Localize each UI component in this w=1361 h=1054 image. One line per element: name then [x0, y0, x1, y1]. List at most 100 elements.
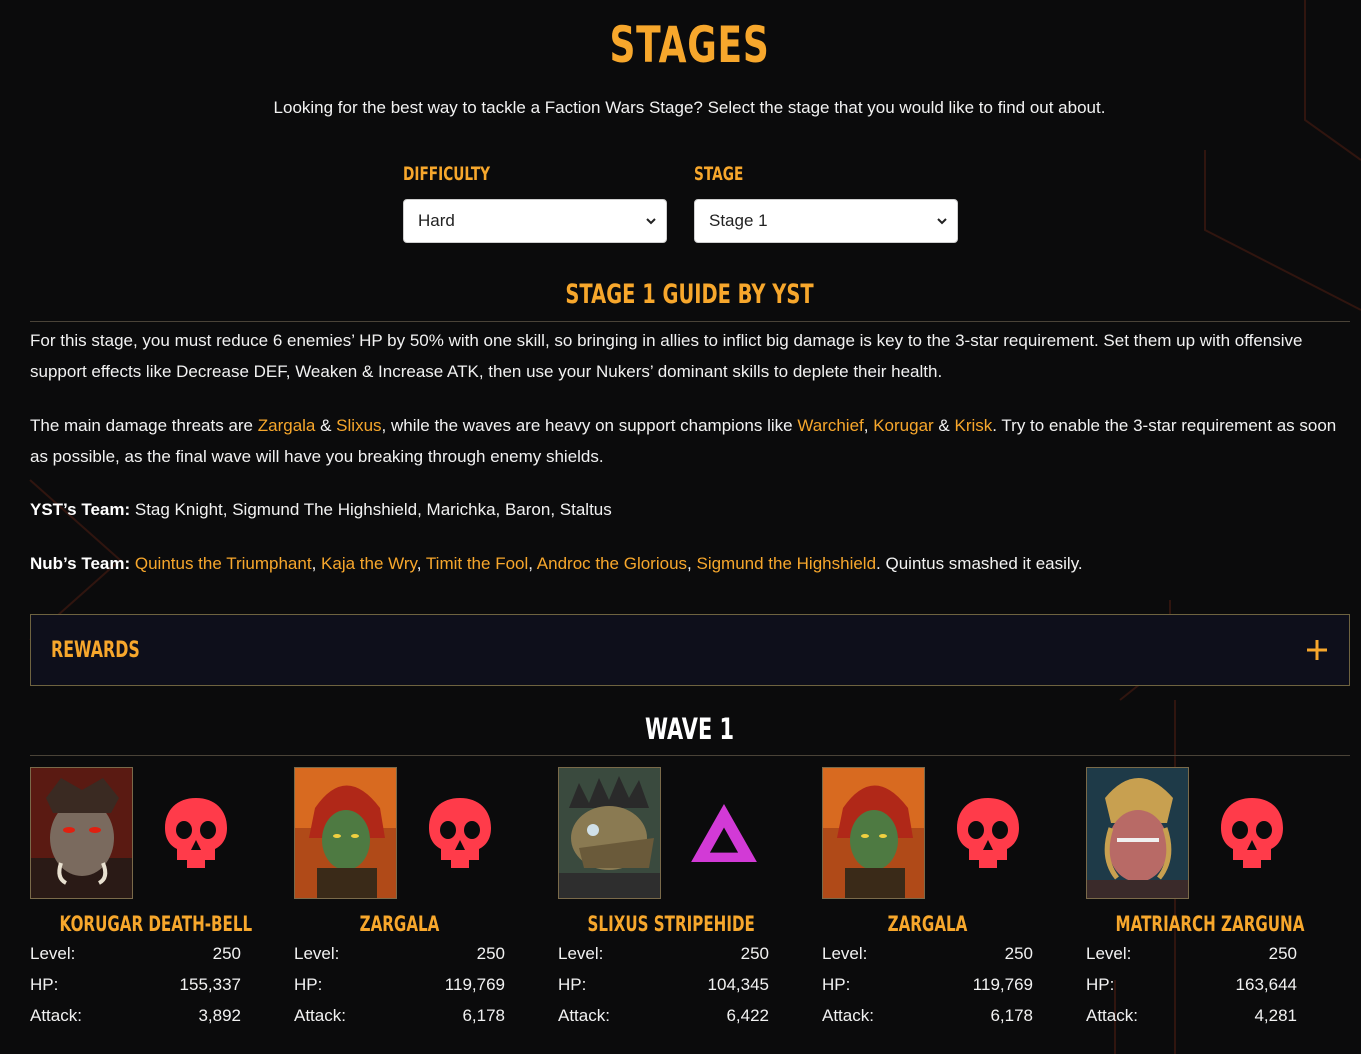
stat-label: Level:: [30, 943, 76, 963]
enemy-portrait[interactable]: [1086, 767, 1189, 899]
champion-link-androc[interactable]: Androc the Glorious: [537, 554, 687, 573]
stat-value: 250: [212, 943, 241, 963]
stat-label: Level:: [294, 943, 340, 963]
stat-label: Attack:: [558, 1005, 610, 1025]
guide-paragraph-2: The main damage threats are Zargala & Sl…: [30, 410, 1355, 472]
champion-link-korugar[interactable]: Korugar: [873, 416, 933, 435]
enemy-card: ZARGALA Level: 250 HP: 119,769 Attack: 6,17…: [822, 767, 1033, 1031]
stat-label: HP:: [822, 974, 851, 994]
stat-label: Attack:: [822, 1005, 874, 1025]
stat-hp: HP: 155,337: [30, 969, 241, 1000]
text: ,: [863, 416, 874, 435]
yst-team-label: YST’s Team:: [30, 500, 131, 519]
stat-label: Attack:: [1086, 1005, 1138, 1025]
enemy-card: ZARGALA Level: 250 HP: 119,769 Attack: 6,17…: [294, 767, 505, 1031]
page-title: STAGES: [609, 16, 770, 74]
triangle-icon: [688, 793, 760, 873]
difficulty-label: DIFFICULTY: [403, 163, 491, 185]
champion-link-warchief[interactable]: Warchief: [797, 416, 863, 435]
skull-icon: [1216, 793, 1288, 873]
enemy-portrait[interactable]: [294, 767, 397, 899]
enemy-card: MATRIARCH ZARGUNA Level: 250 HP: 163,644 A…: [1086, 767, 1305, 1031]
stat-label: Level:: [822, 943, 868, 963]
text: &: [315, 416, 337, 435]
skull-icon: [424, 793, 496, 873]
stat-label: HP:: [558, 974, 587, 994]
stat-value: 250: [740, 943, 769, 963]
divider: [30, 755, 1350, 756]
skull-icon: [952, 793, 1024, 873]
stat-attack: Attack: 6,178: [294, 1000, 505, 1031]
stat-value: 250: [1004, 943, 1033, 963]
champion-link-quintus[interactable]: Quintus the Triumphant: [135, 554, 312, 573]
stat-level: Level: 250: [822, 938, 1033, 969]
champion-link-zargala[interactable]: Zargala: [258, 416, 316, 435]
stat-hp: HP: 104,345: [558, 969, 769, 1000]
stat-label: Level:: [558, 943, 604, 963]
skull-icon: [160, 793, 232, 873]
stat-hp: HP: 163,644: [1086, 969, 1297, 1000]
guide-title: STAGE 1 GUIDE BY YST: [565, 279, 814, 310]
enemy-portrait[interactable]: [822, 767, 925, 899]
difficulty-select[interactable]: Hard: [403, 199, 667, 243]
stat-value: 104,345: [707, 974, 769, 994]
yst-team-list: Stag Knight, Sigmund The Highshield, Mar…: [130, 500, 612, 519]
stat-label: Attack:: [294, 1005, 346, 1025]
stat-level: Level: 250: [294, 938, 505, 969]
enemy-card: KORUGAR DEATH-BELL Level: 250 HP: 155,337 …: [30, 767, 253, 1031]
text: ,: [416, 554, 426, 573]
stat-attack: Attack: 6,422: [558, 1000, 769, 1031]
stage-select[interactable]: Stage 1: [694, 199, 958, 243]
nub-team-label: Nub’s Team:: [30, 554, 131, 573]
stat-value: 6,178: [462, 1005, 505, 1025]
stat-attack: Attack: 3,892: [30, 1000, 241, 1031]
stage-selectors: DIFFICULTY Hard STAGE Stage 1: [12, 163, 1349, 243]
stat-label: HP:: [1086, 974, 1115, 994]
stat-value: 155,337: [179, 974, 241, 994]
champion-link-krisk[interactable]: Krisk: [955, 416, 993, 435]
page: STAGES Looking for the best way to tackl…: [0, 0, 1361, 1031]
stat-label: HP:: [30, 974, 59, 994]
stat-attack: Attack: 4,281: [1086, 1000, 1297, 1031]
stat-hp: HP: 119,769: [294, 969, 505, 1000]
enemy-card: SLIXUS STRIPEHIDE Level: 250 HP: 104,345 A…: [558, 767, 769, 1031]
stat-hp: HP: 119,769: [822, 969, 1033, 1000]
enemy-name: KORUGAR DEATH-BELL: [59, 912, 253, 936]
guide-paragraph-1: For this stage, you must reduce 6 enemie…: [30, 331, 1303, 381]
enemy-name: ZARGALA: [887, 912, 968, 936]
stat-level: Level: 250: [558, 938, 769, 969]
text: ,: [311, 554, 322, 573]
enemy-name: SLIXUS STRIPEHIDE: [587, 912, 755, 936]
champion-link-slixus[interactable]: Slixus: [336, 416, 381, 435]
champion-link-kaja[interactable]: Kaja the Wry: [321, 554, 417, 573]
nub-team: Nub’s Team: Quintus the Triumphant, Kaja…: [30, 548, 1355, 579]
stat-value: 3,892: [198, 1005, 241, 1025]
stat-value: 6,422: [726, 1005, 769, 1025]
stat-label: Attack:: [30, 1005, 82, 1025]
stat-attack: Attack: 6,178: [822, 1000, 1033, 1031]
stage-label: STAGE: [694, 163, 744, 185]
stat-value: 119,769: [444, 974, 505, 994]
enemy-name: ZARGALA: [359, 912, 440, 936]
champion-link-timit[interactable]: Timit the Fool: [426, 554, 528, 573]
stat-level: Level: 250: [1086, 938, 1297, 969]
plus-icon: [1307, 640, 1327, 660]
stat-value: 250: [476, 943, 505, 963]
champion-link-sigmund[interactable]: Sigmund the Highshield: [696, 554, 876, 573]
difficulty-group: DIFFICULTY Hard: [403, 163, 667, 243]
difficulty-value: Hard: [418, 211, 455, 230]
intro-text: Looking for the best way to tackle a Fac…: [273, 98, 1106, 117]
text: &: [933, 416, 955, 435]
stat-level: Level: 250: [30, 938, 241, 969]
stage-value: Stage 1: [709, 211, 768, 230]
stat-value: 6,178: [990, 1005, 1033, 1025]
stat-label: HP:: [294, 974, 323, 994]
enemy-portrait[interactable]: [558, 767, 661, 899]
wave-title: WAVE 1: [644, 712, 735, 746]
yst-team: YST’s Team: Stag Knight, Sigmund The Hig…: [30, 494, 1355, 525]
chevron-down-icon: [937, 218, 947, 225]
enemy-name: MATRIARCH ZARGUNA: [1115, 912, 1305, 936]
rewards-label: REWARDS: [51, 637, 140, 663]
enemy-portrait[interactable]: [30, 767, 133, 899]
rewards-accordion[interactable]: REWARDS: [30, 614, 1350, 686]
